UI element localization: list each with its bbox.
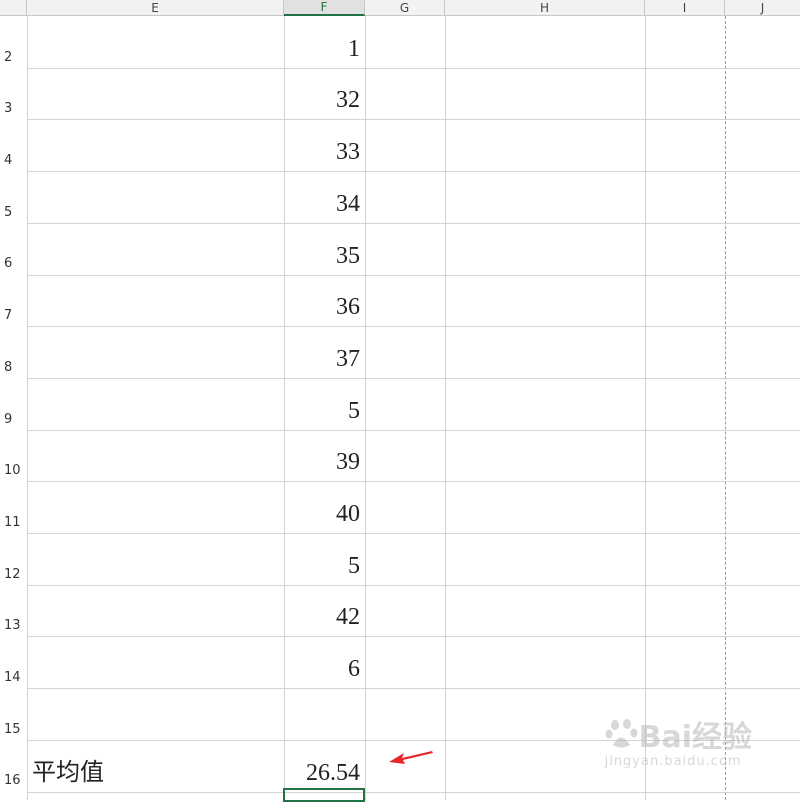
row-header[interactable]: 7 [0,275,27,327]
row-gridline [27,585,800,586]
cell-f-value[interactable]: 33 [284,138,360,166]
row-gridline [27,533,800,534]
row-header[interactable]: 10 [0,430,27,482]
row-header[interactable]: 12 [0,533,27,585]
cell-e-label[interactable]: 平均值 [32,759,104,787]
row-gridline [27,275,800,276]
cell-f-value[interactable]: 1 [284,35,360,63]
row-header[interactable]: 5 [0,171,27,223]
row-header[interactable]: 15 [0,688,27,740]
row-gridline [27,636,800,637]
column-header-f[interactable]: F [284,0,365,16]
row-gridline [27,326,800,327]
cell-f-value[interactable]: 5 [284,397,360,425]
cell-f-value[interactable]: 6 [284,655,360,683]
cell-f-value[interactable]: 34 [284,190,360,218]
cell-f-value[interactable]: 36 [284,293,360,321]
baidu-watermark: Bai经验 jingyan.baidu.com [605,712,752,769]
cell-f-value[interactable]: 26.54 [284,759,360,787]
select-all-corner[interactable] [0,0,27,16]
row-header[interactable]: 11 [0,481,27,533]
row-header[interactable]: 9 [0,378,27,430]
column-gridline [27,16,28,800]
row-gridline [27,792,800,793]
row-header[interactable]: 16 [0,740,27,792]
spreadsheet-grid: E F G H I J 2 1 3 32 4 33 5 34 6 35 7 36 8 37 9 5 10 39 11… [0,0,800,802]
watermark-brand: Bai经验 [638,720,752,755]
row-gridline [27,68,800,69]
row-header[interactable]: 2 [0,16,27,68]
column-header-j[interactable]: J [725,0,800,16]
row-gridline [27,119,800,120]
row-header[interactable]: 13 [0,585,27,637]
row-header[interactable]: 6 [0,223,27,275]
watermark-url: jingyan.baidu.com [604,754,742,769]
row-header[interactable]: 8 [0,326,27,378]
cell-f-value[interactable]: 32 [284,86,360,114]
baidu-paw-icon [605,719,638,748]
cell-f-value[interactable]: 42 [284,603,360,631]
row-header[interactable]: 4 [0,119,27,171]
column-header-h[interactable]: H [445,0,645,16]
row-gridline [27,171,800,172]
cell-f-value[interactable]: 5 [284,552,360,580]
column-header-e[interactable]: E [27,0,284,16]
row-header[interactable]: 3 [0,68,27,120]
row-gridline [27,223,800,224]
red-arrow-icon [389,751,433,764]
column-gridline [365,16,366,800]
row-gridline [27,430,800,431]
row-header[interactable]: 14 [0,636,27,688]
column-gridline [645,16,646,800]
cell-f-value[interactable]: 39 [284,448,360,476]
column-header-g[interactable]: G [365,0,445,16]
page-break-line [725,16,727,800]
row-gridline [27,481,800,482]
cell-f-value[interactable]: 37 [284,345,360,373]
cell-f-value[interactable]: 35 [284,242,360,270]
column-header-i[interactable]: I [645,0,725,16]
column-gridline [445,16,446,800]
cell-f-value[interactable]: 40 [284,500,360,528]
row-gridline [27,688,800,689]
row-gridline [27,378,800,379]
